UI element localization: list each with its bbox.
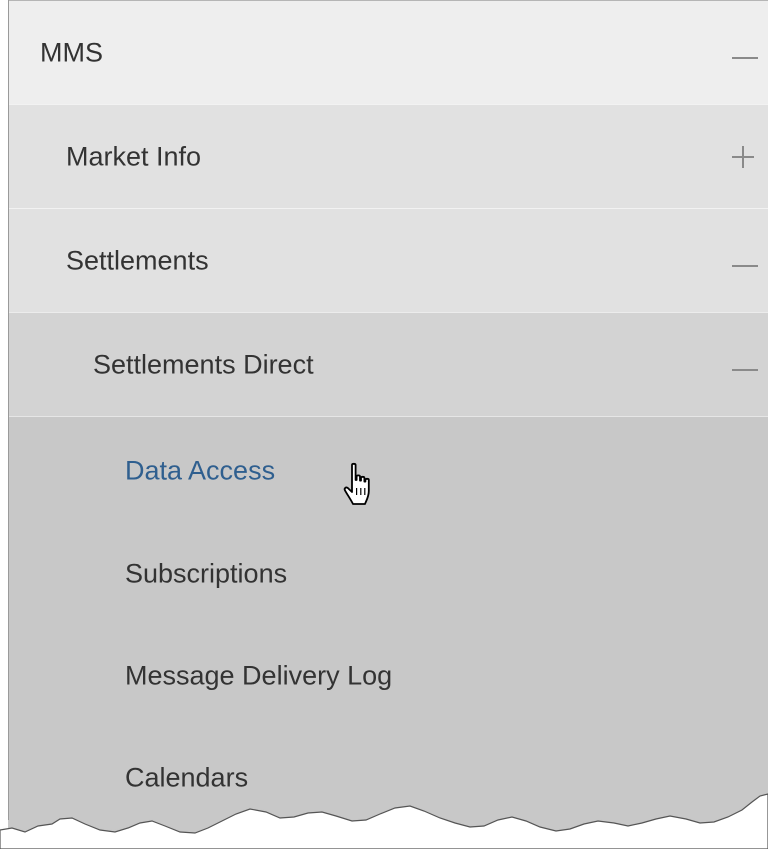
menu-left-border bbox=[8, 0, 9, 820]
menu-link-subscriptions-label: Subscriptions bbox=[125, 558, 288, 588]
collapse-minus-icon[interactable] bbox=[726, 345, 760, 385]
menu-link-calendars-label: Calendars bbox=[125, 762, 249, 792]
menu-item-settlements-direct[interactable]: Settlements Direct bbox=[8, 312, 768, 416]
collapse-minus-icon[interactable] bbox=[726, 241, 760, 281]
menu-link-subscriptions[interactable]: Subscriptions bbox=[8, 522, 768, 625]
menu-item-mms-label: MMS bbox=[40, 37, 103, 67]
hand-pointer-cursor-icon bbox=[343, 462, 370, 505]
menu-item-settlements-direct-label: Settlements Direct bbox=[93, 349, 314, 379]
menu-item-mms[interactable]: MMS bbox=[8, 0, 768, 104]
menu-item-settlements-label: Settlements bbox=[66, 245, 209, 275]
menu-item-settlements[interactable]: Settlements bbox=[8, 208, 768, 312]
menu-link-message-delivery-log-label: Message Delivery Log bbox=[125, 660, 393, 690]
menu-link-data-access-label: Data Access bbox=[125, 455, 276, 485]
menu-link-message-delivery-log[interactable]: Message Delivery Log bbox=[8, 624, 768, 727]
collapse-minus-icon[interactable] bbox=[726, 33, 760, 73]
menu-item-market-info-label: Market Info bbox=[66, 141, 202, 171]
settlements-direct-submenu: Data Access Subscriptions Message Delive… bbox=[8, 416, 768, 849]
mms-side-menu: MMS Market Info Settlements Settlements … bbox=[8, 0, 768, 849]
menu-item-market-info[interactable]: Market Info bbox=[8, 104, 768, 208]
menu-link-data-access[interactable]: Data Access bbox=[8, 419, 768, 522]
expand-plus-icon[interactable] bbox=[726, 137, 760, 177]
torn-edge-decoration bbox=[0, 793, 768, 849]
